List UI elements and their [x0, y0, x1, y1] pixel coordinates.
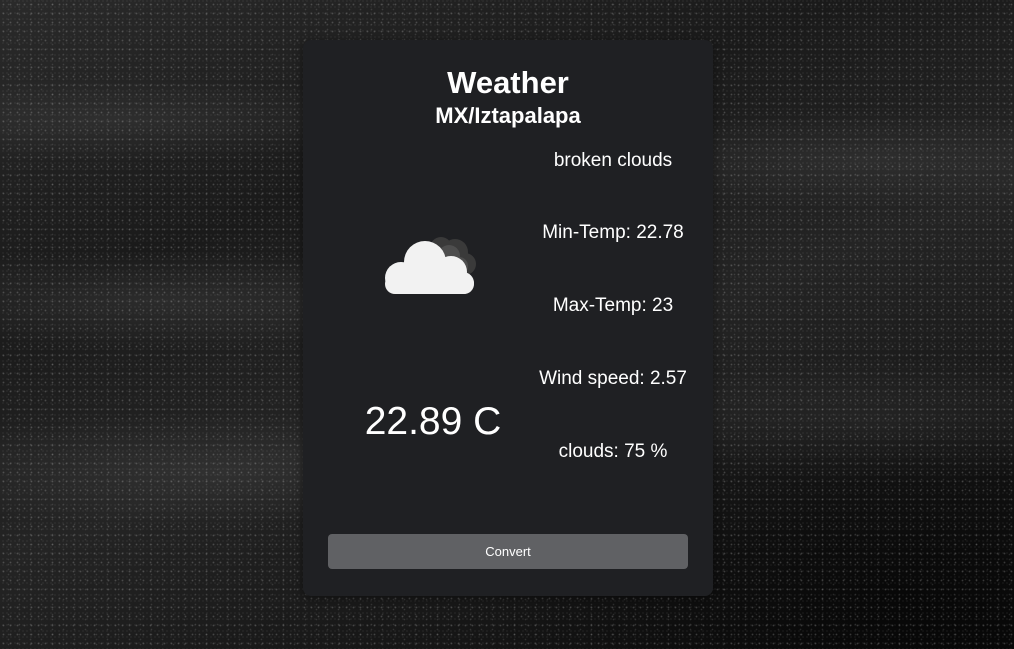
card-title: Weather [447, 65, 569, 100]
max-temp: Max-Temp: 23 [552, 295, 674, 316]
cloud-coverage: clouds: 75 % [558, 441, 668, 462]
current-temperature: 22.89 C [364, 400, 502, 443]
min-temp: Min-Temp: 22.78 [542, 222, 684, 243]
weather-description: broken clouds [553, 150, 673, 171]
convert-button[interactable]: Convert [328, 534, 688, 569]
wind-speed: Wind speed: 2.57 [539, 368, 687, 389]
broken-clouds-icon [379, 226, 489, 298]
weather-card: Weather MX/Iztapalapa 22.89 C broken clo… [303, 40, 713, 596]
location-label: MX/Iztapalapa [435, 103, 581, 128]
